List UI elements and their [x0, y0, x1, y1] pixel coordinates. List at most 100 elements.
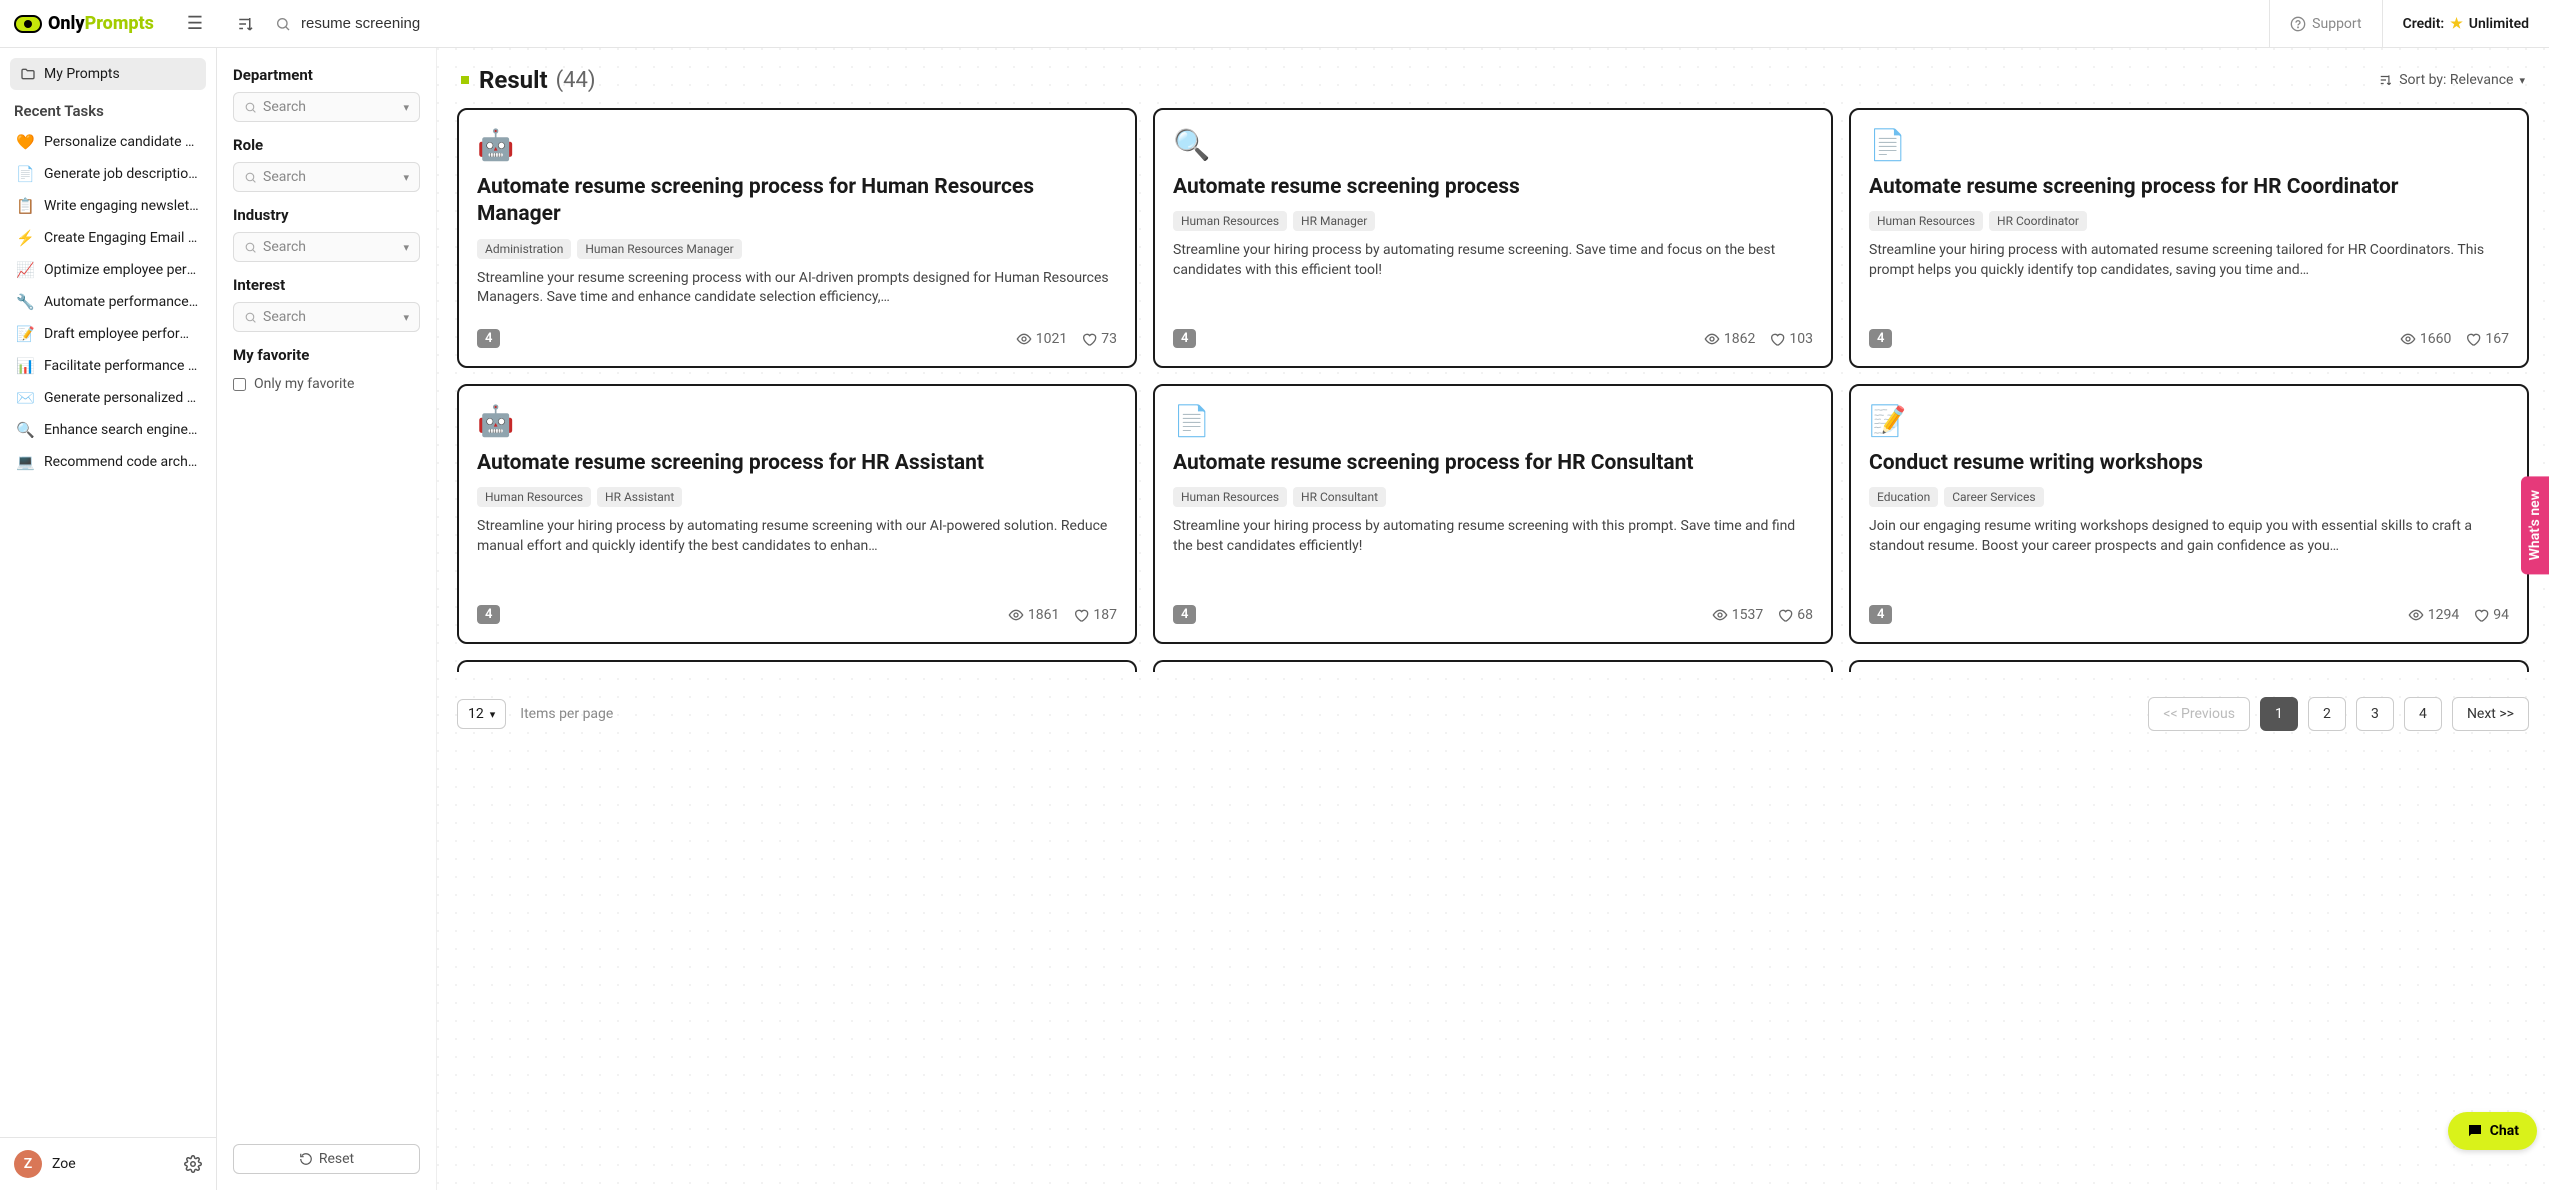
- task-icon: 🔧: [16, 293, 34, 311]
- recent-task-item[interactable]: 🧡Personalize candidate o…: [10, 126, 206, 158]
- recent-task-item[interactable]: 📄Generate job description…: [10, 158, 206, 190]
- support-label: Support: [2312, 16, 2361, 32]
- page-button[interactable]: 3: [2356, 697, 2394, 731]
- task-icon: 📝: [16, 325, 34, 343]
- recent-task-item[interactable]: 📈Optimize employee perf…: [10, 254, 206, 286]
- card-grid: 🤖 Automate resume screening process for …: [457, 108, 2529, 682]
- reset-button[interactable]: Reset: [233, 1144, 420, 1174]
- my-prompts-label: My Prompts: [44, 66, 120, 82]
- prompt-card[interactable]: 📝 Conduct resume writing workshops Educa…: [1849, 384, 2529, 644]
- only-favorite-label: Only my favorite: [254, 376, 354, 392]
- card-tags: Human ResourcesHR Coordinator: [1869, 211, 2509, 231]
- filter-role-label: Role: [233, 136, 420, 154]
- pagination: 12 ▾ Items per page << Previous1234Next …: [457, 682, 2529, 731]
- brand-logo[interactable]: OnlyPrompts: [14, 13, 154, 34]
- only-favorite-input[interactable]: [233, 378, 246, 391]
- page-button[interactable]: 2: [2308, 697, 2346, 731]
- user-avatar[interactable]: Z: [14, 1150, 42, 1178]
- card-views: 1861: [1008, 607, 1059, 623]
- sidebar-footer: Z Zoe: [0, 1137, 216, 1190]
- sidebar: My Prompts Recent Tasks 🧡Personalize can…: [0, 0, 217, 1190]
- task-icon: 📊: [16, 357, 34, 375]
- recent-task-item[interactable]: ⚡Create Engaging Email C…: [10, 222, 206, 254]
- filter-industry-select[interactable]: Search ▾: [233, 232, 420, 262]
- recent-task-item[interactable]: 🔧 Automate performance r…: [10, 286, 206, 318]
- card-footer: 4 1861 187: [477, 605, 1117, 624]
- task-label: Create Engaging Email C…: [44, 230, 200, 246]
- chevron-down-icon: ▾: [403, 171, 409, 184]
- filter-department-select[interactable]: Search ▾: [233, 92, 420, 122]
- results-count: (44): [556, 68, 596, 93]
- prev-page-button[interactable]: << Previous: [2148, 697, 2250, 731]
- card-views: 1660: [2400, 331, 2451, 347]
- page-button[interactable]: 4: [2404, 697, 2442, 731]
- card-tags: Human ResourcesHR Manager: [1173, 211, 1813, 231]
- prompt-card[interactable]: 🔍 Automate resume screening process Huma…: [1153, 108, 1833, 368]
- card-footer: 4 1862 103: [1173, 329, 1813, 348]
- recent-task-item[interactable]: 📝Draft employee perform…: [10, 318, 206, 350]
- card-tags: Human ResourcesHR Assistant: [477, 487, 1117, 507]
- global-search: [275, 15, 2249, 32]
- settings-icon[interactable]: [184, 1155, 202, 1173]
- card-tags: Human ResourcesHR Consultant: [1173, 487, 1813, 507]
- card-icon: 📄: [1869, 128, 2509, 164]
- card-icon: 📝: [1869, 404, 2509, 440]
- sort-icon: [2379, 73, 2393, 87]
- card-likes: 103: [1769, 331, 1813, 347]
- sort-by-dropdown[interactable]: Sort by: Relevance ▾: [2379, 72, 2525, 88]
- card-footer: 4 1021 73: [477, 329, 1117, 348]
- card-views: 1294: [2408, 607, 2459, 623]
- credit-value: Unlimited: [2469, 16, 2529, 32]
- filter-interest-select[interactable]: Search ▾: [233, 302, 420, 332]
- filter-placeholder: Search: [263, 309, 306, 325]
- recent-task-item[interactable]: 📋Write engaging newslett…: [10, 190, 206, 222]
- recent-task-item[interactable]: 📊Facilitate performance r…: [10, 350, 206, 382]
- whats-new-tab[interactable]: What's new: [2521, 476, 2549, 574]
- chevron-down-icon: ▾: [403, 241, 409, 254]
- prompt-card[interactable]: 🤖 Automate resume screening process for …: [457, 108, 1137, 368]
- topbar-right: Support Credit: ★ Unlimited: [2269, 0, 2549, 47]
- task-label: Recommend code archit…: [44, 454, 200, 470]
- prompt-card-peek: [457, 660, 1137, 672]
- per-page-value: 12: [468, 706, 484, 722]
- result-marker-icon: [461, 76, 469, 84]
- next-page-button[interactable]: Next >>: [2452, 697, 2529, 731]
- menu-toggle-icon[interactable]: ☰: [187, 13, 203, 34]
- search-input[interactable]: [301, 15, 651, 32]
- recent-task-item[interactable]: 🔍Enhance search engine …: [10, 414, 206, 446]
- card-likes: 73: [1081, 331, 1117, 347]
- card-title: Automate resume screening process: [1173, 174, 1813, 201]
- card-icon: 🔍: [1173, 128, 1813, 164]
- my-prompts-button[interactable]: My Prompts: [10, 58, 206, 90]
- only-favorite-checkbox[interactable]: Only my favorite: [233, 376, 420, 392]
- task-icon: 💻: [16, 453, 34, 471]
- task-label: Optimize employee perf…: [44, 262, 200, 278]
- support-link[interactable]: Support: [2269, 0, 2381, 47]
- prompt-card[interactable]: 📄 Automate resume screening process for …: [1153, 384, 1833, 644]
- chevron-down-icon: ▾: [403, 101, 409, 114]
- prompt-card[interactable]: 📄 Automate resume screening process for …: [1849, 108, 2529, 368]
- card-tags: AdministrationHuman Resources Manager: [477, 239, 1117, 259]
- chat-button[interactable]: Chat: [2448, 1112, 2537, 1150]
- card-description: Streamline your hiring process with auto…: [1869, 241, 2509, 280]
- credit-prefix: Credit:: [2403, 16, 2445, 32]
- card-likes: 94: [2473, 607, 2509, 623]
- recent-task-item[interactable]: ✉️Generate personalized o…: [10, 382, 206, 414]
- filter-department-label: Department: [233, 66, 420, 84]
- card-badge: 4: [1869, 329, 1892, 348]
- recent-task-item[interactable]: 💻 Recommend code archit…: [10, 446, 206, 478]
- filter-panel: Department Search ▾ Role Search ▾ Indust…: [217, 0, 437, 1190]
- card-likes: 68: [1777, 607, 1813, 623]
- task-label: Automate performance r…: [44, 294, 200, 310]
- filter-role-select[interactable]: Search ▾: [233, 162, 420, 192]
- prompt-card[interactable]: 🤖 Automate resume screening process for …: [457, 384, 1137, 644]
- sort-icon[interactable]: [237, 15, 255, 33]
- card-description: Streamline your resume screening process…: [477, 269, 1117, 308]
- card-description: Streamline your hiring process by automa…: [1173, 517, 1813, 556]
- page-button[interactable]: 1: [2260, 697, 2298, 731]
- card-icon: 🤖: [477, 128, 1117, 164]
- filter-placeholder: Search: [263, 169, 306, 185]
- filter-placeholder: Search: [263, 99, 306, 115]
- items-per-page-select[interactable]: 12 ▾: [457, 699, 506, 729]
- filter-industry-label: Industry: [233, 206, 420, 224]
